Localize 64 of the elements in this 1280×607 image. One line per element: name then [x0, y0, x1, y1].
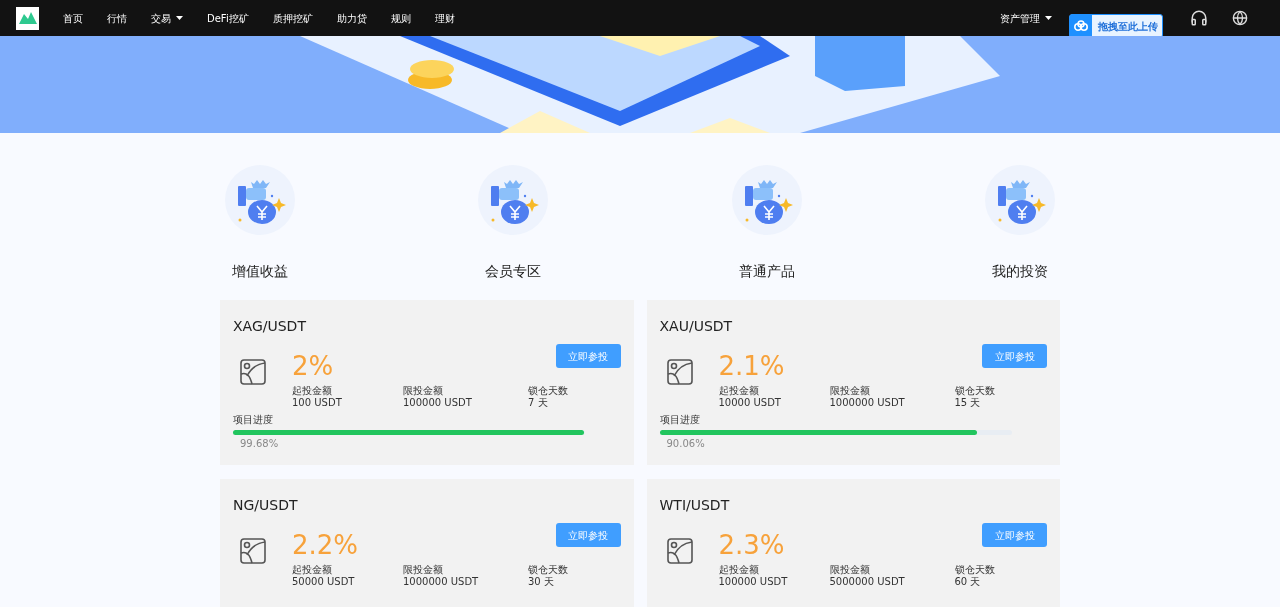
stat-value: 30 天	[528, 576, 555, 588]
nav-link[interactable]: 交易	[151, 10, 183, 26]
stat-value: 1000000 USDT	[403, 576, 480, 588]
stat-value: 50000 USDT	[292, 576, 356, 588]
image-icon	[240, 538, 266, 564]
nav-link[interactable]: 首页	[63, 10, 83, 26]
pair-title: WTI/USDT	[659, 496, 731, 515]
stat-label: 限投金额	[403, 564, 444, 576]
stat-label: 限投金额	[403, 385, 444, 397]
pair-title: NG/USDT	[233, 496, 299, 515]
stat-value: 1000000 USDT	[829, 397, 906, 409]
image-icon	[666, 538, 693, 564]
stat-value: 5000000 USDT	[829, 576, 906, 588]
stat-label: 锁仓天数	[954, 564, 996, 576]
category-label[interactable]: 我的投资	[992, 261, 1048, 282]
stat-value: 100000 USDT	[718, 576, 789, 588]
progress-percent: 99.68%	[239, 437, 280, 451]
globe-icon[interactable]	[1232, 10, 1248, 26]
stat-label: 限投金额	[829, 385, 871, 397]
stat-label: 限投金额	[829, 564, 871, 576]
stat-value: 10000 USDT	[718, 397, 782, 409]
rate-value: 2.2%	[292, 529, 359, 561]
stat-value: 15 天	[954, 397, 982, 409]
nav-link[interactable]: 规则	[390, 10, 411, 26]
money-bag-icon	[730, 164, 803, 236]
nav-link[interactable]: 质押挖矿	[272, 10, 313, 26]
nav-link[interactable]: 助力贷	[336, 10, 367, 26]
money-bag-icon	[224, 164, 296, 236]
stat-value: 100 USDT	[292, 397, 343, 409]
money-bag-icon	[477, 164, 550, 236]
stat-label: 起投金额	[292, 564, 333, 576]
stat-label: 起投金额	[718, 564, 760, 576]
stat-label: 锁仓天数	[528, 564, 569, 576]
category-label[interactable]: 普通产品	[738, 261, 795, 282]
rate-value: 2.1%	[718, 350, 785, 382]
rate-value: 2%	[292, 350, 334, 382]
logo-icon[interactable]	[16, 6, 39, 30]
rate-value: 2.3%	[718, 529, 785, 561]
category-label[interactable]: 会员专区	[485, 261, 542, 282]
progress-label: 项目进度	[233, 414, 274, 426]
money-bag-icon	[984, 164, 1056, 236]
headset-icon[interactable]	[1190, 9, 1208, 27]
image-icon	[666, 359, 693, 385]
progress-percent: 90.06%	[665, 437, 706, 451]
asset-menu[interactable]: 资产管理	[1000, 10, 1052, 26]
cloud-icon	[1073, 20, 1089, 32]
stat-value: 60 天	[954, 576, 982, 588]
pair-title: XAG/USDT	[233, 317, 307, 336]
stat-label: 起投金额	[292, 385, 333, 397]
stat-label: 起投金额	[718, 385, 760, 397]
nav-link[interactable]: 理财	[434, 10, 455, 26]
upload-popup[interactable]: 拖拽至此上传	[1069, 14, 1163, 38]
nav-link[interactable]: 行情	[107, 10, 127, 26]
progress-label: 项目进度	[659, 414, 701, 426]
upload-text: 拖拽至此上传	[1098, 19, 1158, 34]
pair-title: XAU/USDT	[659, 317, 734, 336]
category-label[interactable]: 增值收益	[232, 261, 288, 282]
stat-value: 100000 USDT	[403, 397, 473, 409]
caret-icon	[1045, 16, 1052, 20]
stat-label: 锁仓天数	[954, 385, 996, 397]
stat-value: 7 天	[528, 397, 549, 409]
nav-link[interactable]: DeFi挖矿	[207, 10, 249, 26]
stat-label: 锁仓天数	[528, 385, 569, 397]
image-icon	[240, 359, 266, 385]
